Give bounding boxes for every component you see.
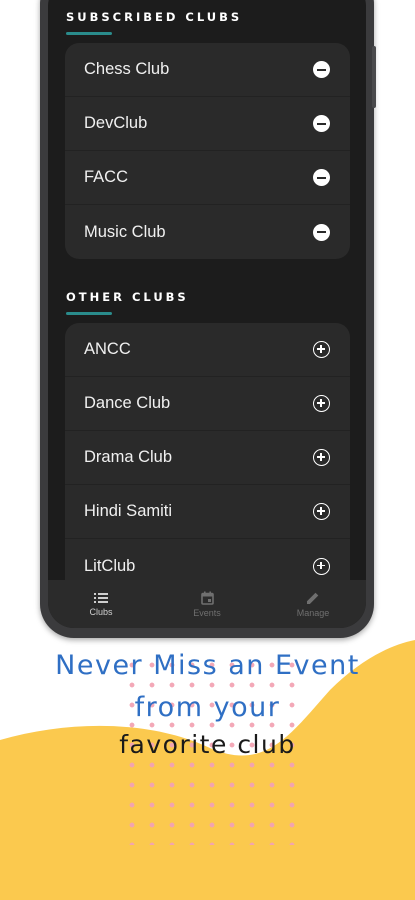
calendar-icon: [200, 591, 214, 605]
club-name: Drama Club: [84, 448, 173, 466]
add-circle-icon[interactable]: [313, 557, 330, 575]
nav-tab-clubs[interactable]: Clubs: [48, 580, 154, 628]
club-row-dance-club[interactable]: Dance Club: [65, 377, 350, 431]
subscribed-clubs-heading: SUBSCRIBED CLUBS: [66, 10, 243, 24]
app-screen: SUBSCRIBED CLUBS Chess Club DevClub FACC…: [48, 0, 366, 628]
club-name: FACC: [84, 168, 129, 186]
pencil-icon: [307, 592, 319, 604]
tagline-line-3: favorite club: [119, 730, 296, 759]
phone-side-button: [372, 46, 376, 108]
club-name: ANCC: [84, 340, 131, 358]
club-name: Music Club: [84, 222, 166, 241]
remove-circle-icon[interactable]: [313, 169, 330, 186]
tagline-line-1: Never Miss an Event: [55, 650, 360, 681]
club-name: Chess Club: [84, 60, 170, 78]
club-row-drama-club[interactable]: Drama Club: [65, 431, 350, 485]
club-row-hindi-samiti[interactable]: Hindi Samiti: [65, 485, 350, 539]
nav-tab-events[interactable]: Events: [154, 580, 260, 628]
add-circle-icon[interactable]: [313, 341, 330, 358]
nav-label-manage: Manage: [296, 607, 330, 618]
tagline-line-2: from your: [134, 692, 281, 723]
remove-circle-icon[interactable]: [313, 115, 330, 132]
nav-label-clubs: Clubs: [89, 606, 113, 617]
section-underline: [66, 312, 112, 315]
other-clubs-heading: OTHER CLUBS: [66, 290, 189, 304]
remove-circle-icon[interactable]: [313, 223, 330, 241]
club-row-chess-club[interactable]: Chess Club: [65, 43, 350, 97]
other-clubs-list: ANCC Dance Club Drama Club Hindi Samiti …: [65, 323, 350, 593]
club-name: LitClub: [84, 556, 136, 575]
club-row-music-club[interactable]: Music Club: [65, 205, 350, 259]
add-circle-icon[interactable]: [313, 503, 330, 520]
section-underline: [66, 32, 112, 35]
club-name: Hindi Samiti: [84, 502, 173, 520]
club-row-ancc[interactable]: ANCC: [65, 323, 350, 377]
nav-label-events: Events: [193, 607, 221, 618]
club-name: Dance Club: [84, 394, 171, 412]
add-circle-icon[interactable]: [313, 395, 330, 412]
club-row-devclub[interactable]: DevClub: [65, 97, 350, 151]
remove-circle-icon[interactable]: [313, 61, 330, 78]
nav-tab-manage[interactable]: Manage: [260, 580, 366, 628]
club-row-facc[interactable]: FACC: [65, 151, 350, 205]
subscribed-clubs-list: Chess Club DevClub FACC Music Club: [65, 43, 350, 259]
bottom-navigation: Clubs Events Manage: [48, 580, 366, 628]
list-icon: [94, 592, 108, 603]
club-name: DevClub: [84, 114, 148, 132]
add-circle-icon[interactable]: [313, 449, 330, 466]
